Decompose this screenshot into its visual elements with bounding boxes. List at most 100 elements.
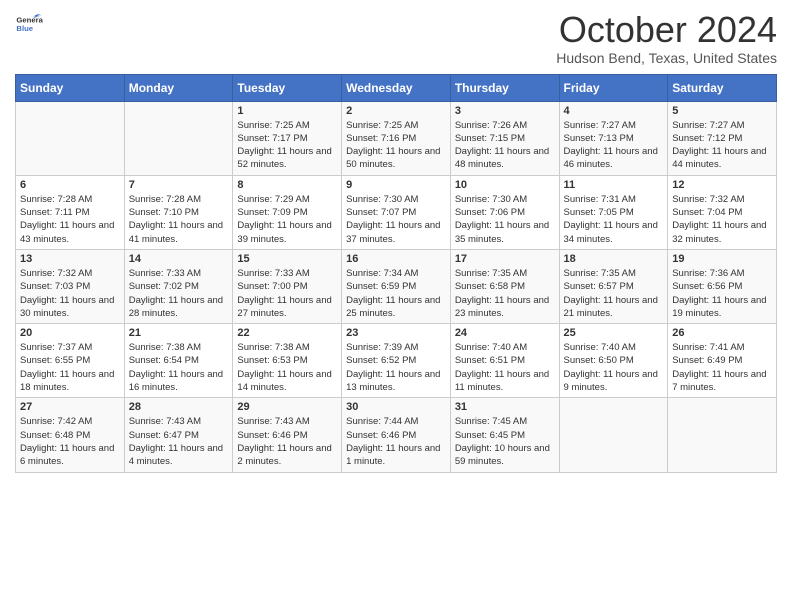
- calendar-cell: 11 Sunrise: 7:31 AM Sunset: 7:05 PM Dayli…: [559, 175, 668, 249]
- day-header-monday: Monday: [124, 74, 233, 101]
- cell-content: Sunrise: 7:43 AM Sunset: 6:46 PM Dayligh…: [237, 415, 337, 468]
- week-row-4: 20 Sunrise: 7:37 AM Sunset: 6:55 PM Dayli…: [16, 324, 777, 398]
- cell-content: Sunrise: 7:27 AM Sunset: 7:12 PM Dayligh…: [672, 119, 772, 172]
- day-number: 15: [237, 253, 337, 265]
- logo: General Blue: [15, 10, 43, 38]
- day-number: 6: [20, 179, 120, 191]
- calendar-cell: 9Sunrise: 7:30 AM Sunset: 7:07 PM Daylig…: [342, 175, 451, 249]
- calendar-cell: 14 Sunrise: 7:33 AM Sunset: 7:02 PM Dayli…: [124, 249, 233, 323]
- day-header-thursday: Thursday: [450, 74, 559, 101]
- day-number: 7: [129, 179, 229, 191]
- day-header-saturday: Saturday: [668, 74, 777, 101]
- calendar-cell: 31 Sunrise: 7:45 AM Sunset: 6:45 PM Dayli…: [450, 398, 559, 472]
- day-number: 27: [20, 401, 120, 413]
- cell-content: Sunrise: 7:42 AM Sunset: 6:48 PM Dayligh…: [20, 415, 120, 468]
- location: Hudson Bend, Texas, United States: [556, 50, 777, 66]
- day-number: 4: [564, 105, 664, 117]
- day-number: 12: [672, 179, 772, 191]
- cell-content: Sunrise: 7:39 AM Sunset: 6:52 PM Dayligh…: [346, 341, 446, 394]
- cell-content: Sunrise: 7:45 AM Sunset: 6:45 PM Dayligh…: [455, 415, 555, 468]
- day-header-friday: Friday: [559, 74, 668, 101]
- calendar-cell: 7Sunrise: 7:28 AM Sunset: 7:10 PM Daylig…: [124, 175, 233, 249]
- calendar-cell: 27 Sunrise: 7:42 AM Sunset: 6:48 PM Dayli…: [16, 398, 125, 472]
- cell-content: Sunrise: 7:40 AM Sunset: 6:50 PM Dayligh…: [564, 341, 664, 394]
- day-number: 21: [129, 327, 229, 339]
- calendar-cell: 12 Sunrise: 7:32 AM Sunset: 7:04 PM Dayli…: [668, 175, 777, 249]
- cell-content: Sunrise: 7:25 AM Sunset: 7:17 PM Dayligh…: [237, 119, 337, 172]
- day-number: 24: [455, 327, 555, 339]
- day-number: 14: [129, 253, 229, 265]
- calendar-cell: 13 Sunrise: 7:32 AM Sunset: 7:03 PM Dayli…: [16, 249, 125, 323]
- calendar-cell: 1Sunrise: 7:25 AM Sunset: 7:17 PM Daylig…: [233, 101, 342, 175]
- cell-content: Sunrise: 7:35 AM Sunset: 6:58 PM Dayligh…: [455, 267, 555, 320]
- cell-content: Sunrise: 7:38 AM Sunset: 6:53 PM Dayligh…: [237, 341, 337, 394]
- cell-content: Sunrise: 7:37 AM Sunset: 6:55 PM Dayligh…: [20, 341, 120, 394]
- cell-content: Sunrise: 7:34 AM Sunset: 6:59 PM Dayligh…: [346, 267, 446, 320]
- calendar-cell: 21 Sunrise: 7:38 AM Sunset: 6:54 PM Dayli…: [124, 324, 233, 398]
- day-number: 26: [672, 327, 772, 339]
- calendar-cell: 28 Sunrise: 7:43 AM Sunset: 6:47 PM Dayli…: [124, 398, 233, 472]
- calendar-cell: 24 Sunrise: 7:40 AM Sunset: 6:51 PM Dayli…: [450, 324, 559, 398]
- day-number: 10: [455, 179, 555, 191]
- day-header-wednesday: Wednesday: [342, 74, 451, 101]
- calendar-cell: 15Sunrise: 7:33 AM Sunset: 7:00 PM Dayli…: [233, 249, 342, 323]
- calendar-cell: 25 Sunrise: 7:40 AM Sunset: 6:50 PM Dayli…: [559, 324, 668, 398]
- day-header-sunday: Sunday: [16, 74, 125, 101]
- cell-content: Sunrise: 7:35 AM Sunset: 6:57 PM Dayligh…: [564, 267, 664, 320]
- day-number: 2: [346, 105, 446, 117]
- title-section: October 2024 Hudson Bend, Texas, United …: [556, 10, 777, 66]
- calendar-cell: [124, 101, 233, 175]
- calendar-cell: 16Sunrise: 7:34 AM Sunset: 6:59 PM Dayli…: [342, 249, 451, 323]
- day-number: 3: [455, 105, 555, 117]
- calendar-cell: 8 Sunrise: 7:29 AM Sunset: 7:09 PM Daylig…: [233, 175, 342, 249]
- cell-content: Sunrise: 7:26 AM Sunset: 7:15 PM Dayligh…: [455, 119, 555, 172]
- calendar-cell: [668, 398, 777, 472]
- day-number: 25: [564, 327, 664, 339]
- cell-content: Sunrise: 7:43 AM Sunset: 6:47 PM Dayligh…: [129, 415, 229, 468]
- cell-content: Sunrise: 7:29 AM Sunset: 7:09 PM Dayligh…: [237, 193, 337, 246]
- calendar-table: SundayMondayTuesdayWednesdayThursdayFrid…: [15, 74, 777, 473]
- cell-content: Sunrise: 7:36 AM Sunset: 6:56 PM Dayligh…: [672, 267, 772, 320]
- calendar-cell: 22 Sunrise: 7:38 AM Sunset: 6:53 PM Dayli…: [233, 324, 342, 398]
- calendar-cell: 23Sunrise: 7:39 AM Sunset: 6:52 PM Dayli…: [342, 324, 451, 398]
- header-row: SundayMondayTuesdayWednesdayThursdayFrid…: [16, 74, 777, 101]
- calendar-cell: 5 Sunrise: 7:27 AM Sunset: 7:12 PM Daylig…: [668, 101, 777, 175]
- day-number: 19: [672, 253, 772, 265]
- calendar-cell: 30Sunrise: 7:44 AM Sunset: 6:46 PM Dayli…: [342, 398, 451, 472]
- logo-icon: General Blue: [15, 10, 43, 38]
- week-row-1: 1Sunrise: 7:25 AM Sunset: 7:17 PM Daylig…: [16, 101, 777, 175]
- day-number: 22: [237, 327, 337, 339]
- day-number: 5: [672, 105, 772, 117]
- calendar-cell: 4 Sunrise: 7:27 AM Sunset: 7:13 PM Daylig…: [559, 101, 668, 175]
- day-number: 20: [20, 327, 120, 339]
- calendar-cell: 17 Sunrise: 7:35 AM Sunset: 6:58 PM Dayli…: [450, 249, 559, 323]
- day-number: 11: [564, 179, 664, 191]
- day-number: 18: [564, 253, 664, 265]
- cell-content: Sunrise: 7:27 AM Sunset: 7:13 PM Dayligh…: [564, 119, 664, 172]
- day-number: 28: [129, 401, 229, 413]
- cell-content: Sunrise: 7:33 AM Sunset: 7:02 PM Dayligh…: [129, 267, 229, 320]
- calendar-cell: 29Sunrise: 7:43 AM Sunset: 6:46 PM Dayli…: [233, 398, 342, 472]
- day-number: 13: [20, 253, 120, 265]
- svg-text:Blue: Blue: [16, 24, 33, 33]
- calendar-cell: 6 Sunrise: 7:28 AM Sunset: 7:11 PM Daylig…: [16, 175, 125, 249]
- calendar-cell: 19 Sunrise: 7:36 AM Sunset: 6:56 PM Dayli…: [668, 249, 777, 323]
- cell-content: Sunrise: 7:28 AM Sunset: 7:11 PM Dayligh…: [20, 193, 120, 246]
- cell-content: Sunrise: 7:32 AM Sunset: 7:04 PM Dayligh…: [672, 193, 772, 246]
- calendar-cell: 2Sunrise: 7:25 AM Sunset: 7:16 PM Daylig…: [342, 101, 451, 175]
- day-number: 30: [346, 401, 446, 413]
- cell-content: Sunrise: 7:32 AM Sunset: 7:03 PM Dayligh…: [20, 267, 120, 320]
- week-row-5: 27 Sunrise: 7:42 AM Sunset: 6:48 PM Dayli…: [16, 398, 777, 472]
- calendar-cell: [559, 398, 668, 472]
- day-number: 17: [455, 253, 555, 265]
- cell-content: Sunrise: 7:41 AM Sunset: 6:49 PM Dayligh…: [672, 341, 772, 394]
- day-number: 31: [455, 401, 555, 413]
- page-container: General Blue October 2024 Hudson Bend, T…: [0, 0, 792, 488]
- week-row-2: 6 Sunrise: 7:28 AM Sunset: 7:11 PM Daylig…: [16, 175, 777, 249]
- cell-content: Sunrise: 7:40 AM Sunset: 6:51 PM Dayligh…: [455, 341, 555, 394]
- cell-content: Sunrise: 7:31 AM Sunset: 7:05 PM Dayligh…: [564, 193, 664, 246]
- svg-text:General: General: [16, 16, 43, 25]
- cell-content: Sunrise: 7:38 AM Sunset: 6:54 PM Dayligh…: [129, 341, 229, 394]
- week-row-3: 13 Sunrise: 7:32 AM Sunset: 7:03 PM Dayli…: [16, 249, 777, 323]
- day-number: 8: [237, 179, 337, 191]
